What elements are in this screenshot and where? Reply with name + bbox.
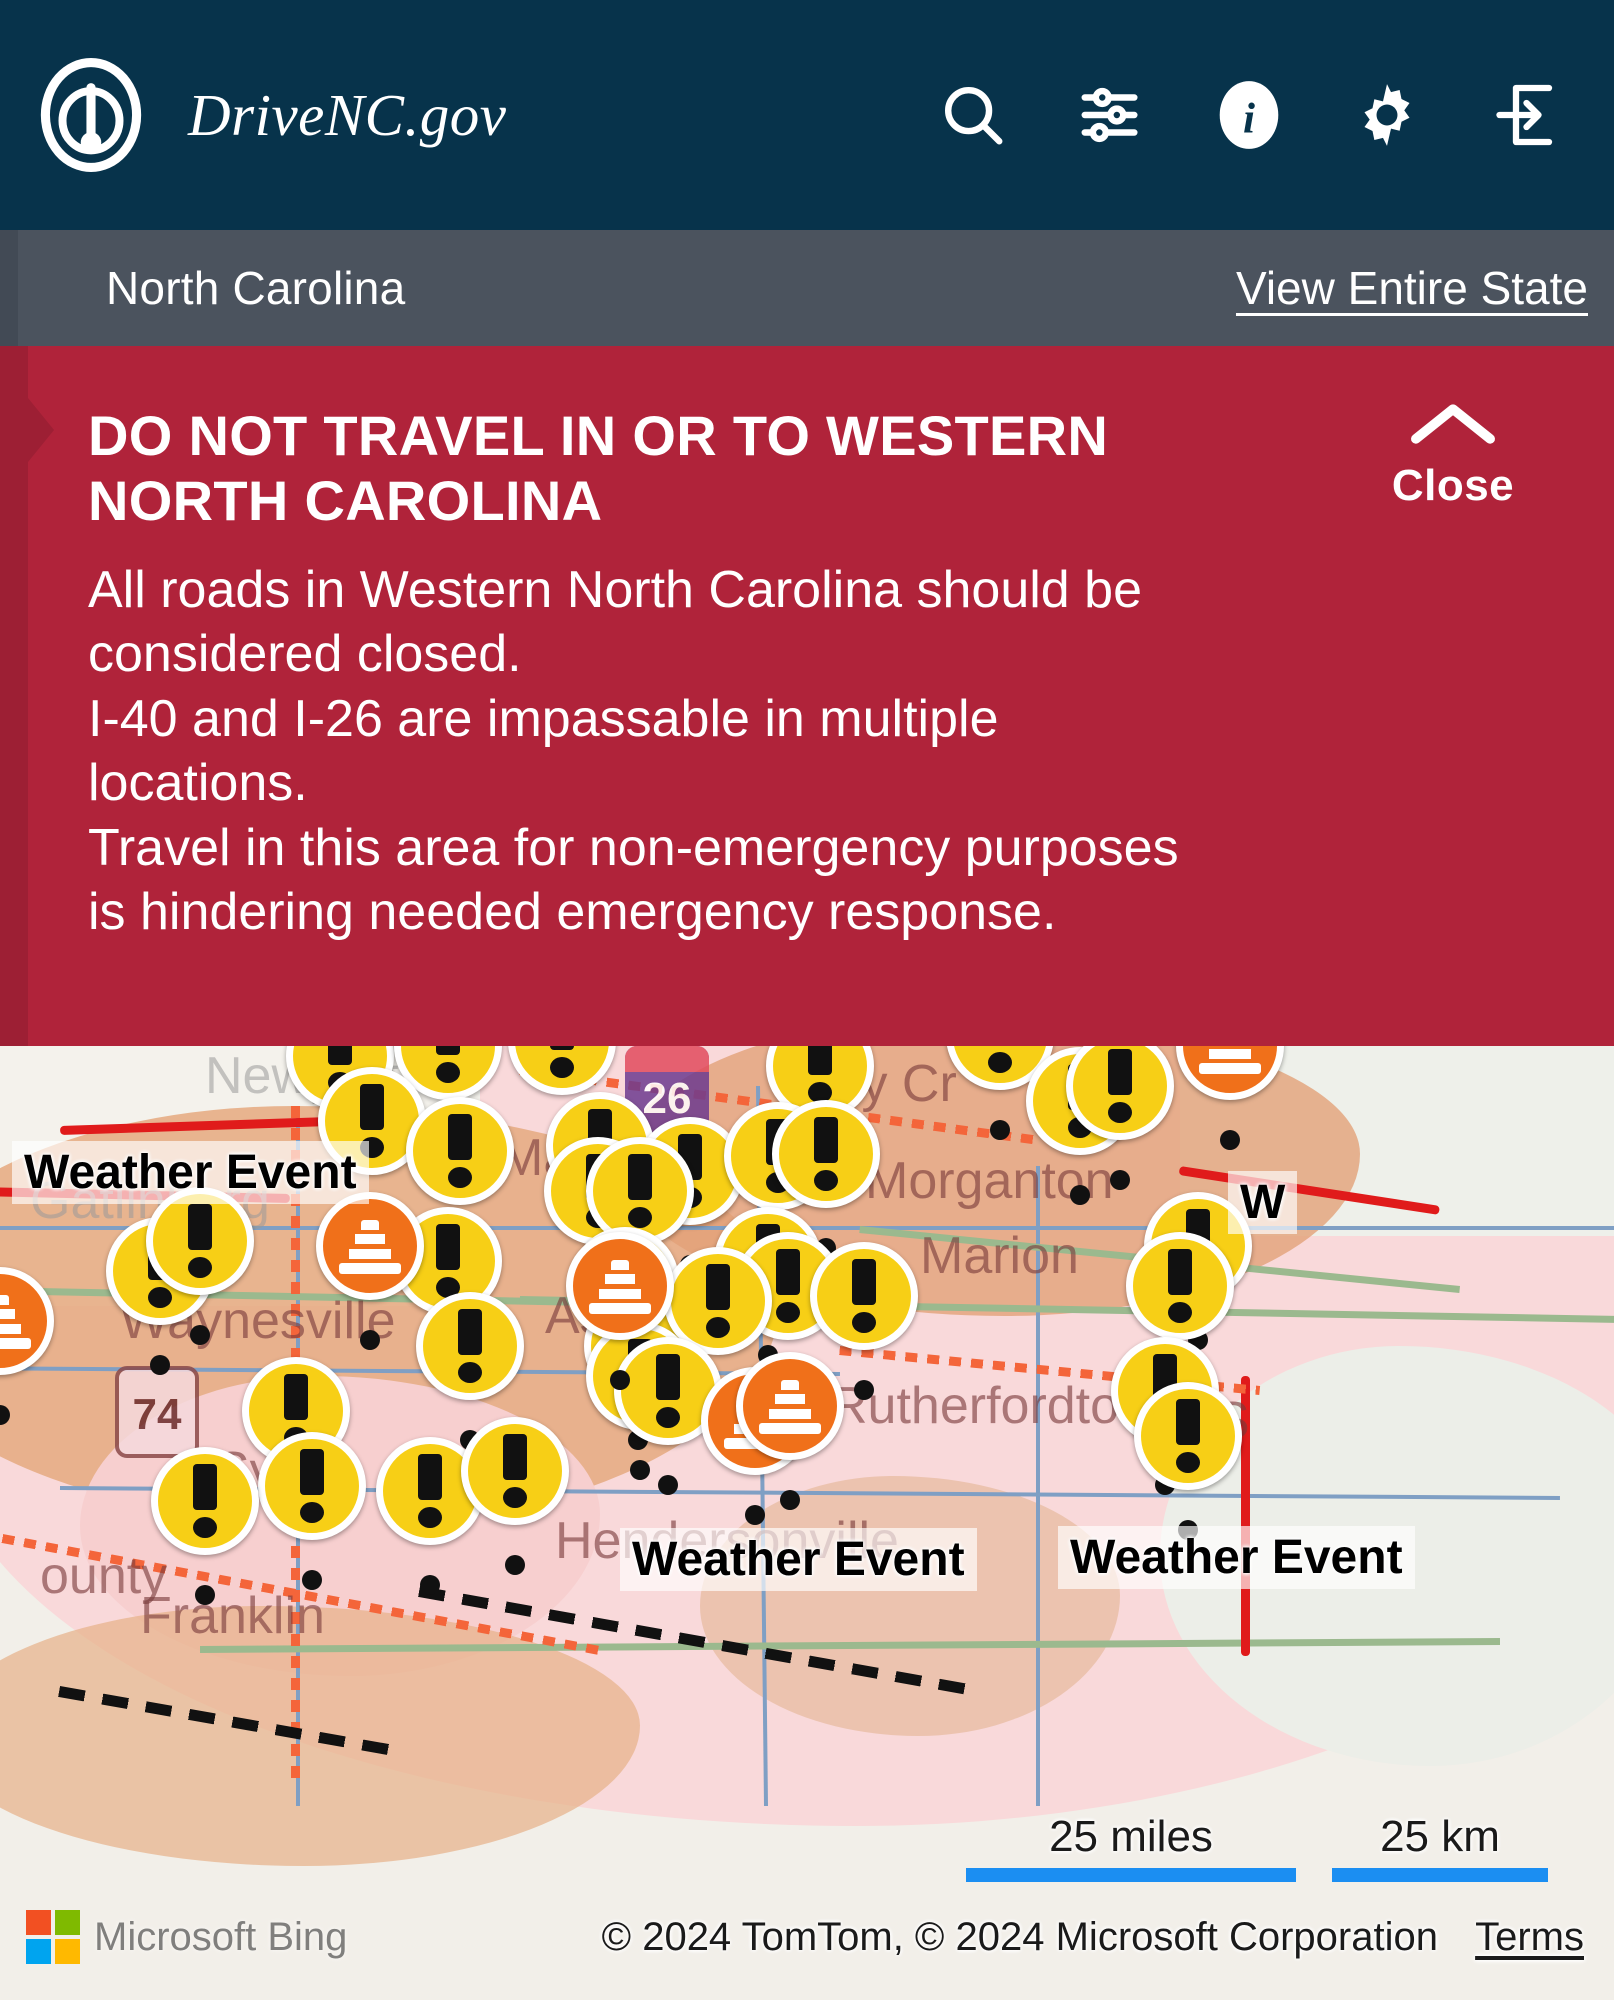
weather-event-label: Weather Event [1058,1526,1415,1589]
bing-label: Microsoft Bing [94,1914,348,1959]
drivenc-app: DriveNC.gov i North Carolina View Entire… [0,0,1614,2000]
travel-alert-banner: DO NOT TRAVEL IN OR TO WESTERN NORTH CAR… [0,346,1614,1046]
login-icon[interactable] [1488,78,1562,152]
exclamation-icon [448,1114,472,1188]
route-shield-74: 74 [115,1366,199,1458]
traffic-cone-icon [589,1258,651,1314]
brand[interactable]: DriveNC.gov [34,58,506,172]
exclamation-icon [436,1224,460,1298]
search-icon[interactable] [936,78,1010,152]
map-attribution: © 2024 TomTom, © 2024 Microsoft Corporat… [602,1915,1584,1960]
traffic-cone-icon [339,1218,401,1274]
filter-icon[interactable] [1074,78,1148,152]
warning-exclamation-pin[interactable] [1066,1046,1174,1190]
alert-close-label: Close [1391,461,1515,510]
alert-accent-bar [0,346,54,1046]
app-header: DriveNC.gov i [0,0,1614,230]
weather-event-label: Weather Event [620,1528,977,1591]
traffic-cone-icon [759,1378,821,1434]
warning-exclamation-pin[interactable] [151,1447,259,1605]
region-name: North Carolina [106,262,406,314]
view-entire-state-link[interactable]: View Entire State [1236,261,1588,315]
exclamation-icon [458,1309,482,1383]
alert-title: DO NOT TRAVEL IN OR TO WESTERN NORTH CAR… [88,404,1109,532]
scale-km-label: 25 km [1380,1812,1500,1861]
map-city-label: Marion [920,1227,1079,1285]
alert-message: All roads in Western North Carolina shou… [88,560,1143,684]
traffic-cone-pin[interactable] [0,1267,54,1425]
scale-km-bar [1332,1868,1548,1882]
exclamation-icon [808,1046,832,1103]
exclamation-icon [418,1454,442,1528]
gear-icon[interactable] [1350,78,1424,152]
alert-message: Travel in this area for non-emergency pu… [88,818,1179,942]
warning-exclamation-pin[interactable] [146,1187,254,1345]
exclamation-icon [503,1434,527,1508]
exclamation-icon [188,1204,212,1278]
weather-event-label: Weather Event [12,1141,369,1204]
region-bar: North Carolina View Entire State [0,230,1614,346]
brand-name: DriveNC.gov [188,81,507,148]
exclamation-icon [1176,1399,1200,1473]
exclamation-icon [852,1259,876,1333]
traffic-cone-pin[interactable] [1176,1046,1284,1150]
exclamation-icon [550,1046,574,1078]
exclamation-icon [988,1046,1012,1073]
warning-exclamation-pin[interactable] [258,1432,366,1590]
warning-exclamation-pin[interactable] [461,1417,569,1575]
microsoft-logo-icon [26,1910,80,1964]
exclamation-icon [628,1154,652,1228]
chevron-up-icon [1338,398,1568,455]
scale-miles-bar [966,1868,1296,1882]
alert-body: DO NOT TRAVEL IN OR TO WESTERN NORTH CAR… [88,404,1228,1016]
scale-km: 25 km [1332,1812,1548,1882]
traffic-cone-pin[interactable] [566,1232,674,1390]
info-icon[interactable]: i [1212,78,1286,152]
header-icon-group: i [936,78,1580,152]
exclamation-icon [436,1046,460,1083]
alert-close-button[interactable]: Close [1338,398,1568,511]
bing-logo[interactable]: Microsoft Bing [26,1910,347,1964]
attribution-text: © 2024 TomTom, © 2024 Microsoft Corporat… [601,1915,1438,1959]
exclamation-icon [814,1117,838,1191]
svg-text:i: i [1243,95,1255,142]
traffic-cone-pin[interactable] [736,1352,844,1510]
traffic-cone-pin[interactable] [316,1192,424,1350]
alert-message-list: All roads in Western North Carolina shou… [88,558,1228,945]
alert-message: I-40 and I-26 are impassable in multiple… [88,689,999,813]
warning-exclamation-pin[interactable] [1134,1382,1242,1540]
exclamation-icon [193,1464,217,1538]
exclamation-icon [1168,1249,1192,1323]
exclamation-icon [300,1449,324,1523]
exclamation-icon [776,1249,800,1323]
map-city-label: Franklin [140,1587,325,1645]
exclamation-icon [1108,1049,1132,1123]
traffic-cone-icon [1199,1046,1261,1074]
scale-miles: 25 miles [966,1812,1296,1882]
traffic-cone-icon [0,1293,31,1349]
weather-event-label: W [1228,1171,1298,1234]
terms-link[interactable]: Terms [1475,1915,1584,1959]
steering-wheel-icon [34,58,148,172]
exclamation-icon [706,1264,730,1338]
map-scale-bar: 25 miles 25 km [966,1812,1548,1882]
map-viewport[interactable]: NewportGatlinburgMarshallGsy CrMorganton… [0,1046,1614,2000]
scale-miles-label: 25 miles [1049,1812,1213,1861]
